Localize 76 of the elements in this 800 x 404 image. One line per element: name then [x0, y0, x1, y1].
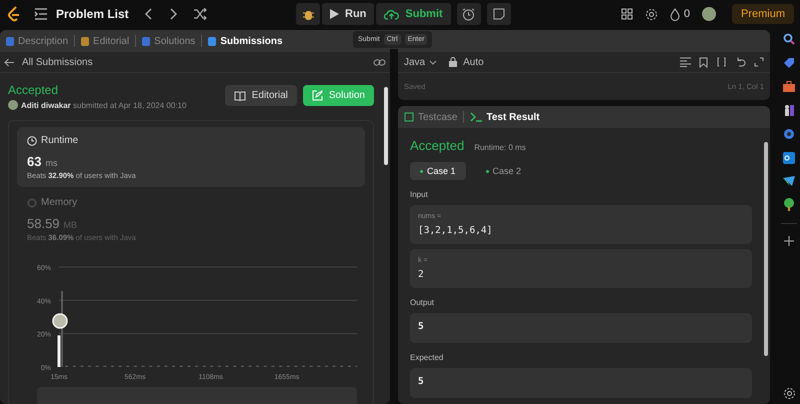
play-icon — [330, 9, 339, 19]
terminal-icon — [470, 112, 482, 122]
send-icon[interactable] — [783, 176, 795, 186]
tag-icon[interactable] — [783, 57, 795, 69]
premium-button[interactable]: Premium — [732, 4, 794, 24]
panel-tab[interactable]: Description — [6, 36, 68, 46]
logo-icon[interactable] — [6, 5, 22, 23]
chip-icon — [27, 198, 37, 208]
runtime-unit: ms — [45, 158, 58, 168]
edit-icon — [312, 90, 323, 101]
case-tab[interactable]: Case 2 — [476, 162, 532, 180]
panel-tab[interactable]: Editorial — [81, 36, 130, 46]
panel-tab[interactable]: Testcase — [404, 112, 458, 122]
panel-tab[interactable]: Solutions — [142, 36, 196, 46]
streak-count: 0 — [684, 8, 690, 20]
submission-byline: Aditi diwakar submitted at Apr 18, 2024 00:10 — [21, 100, 186, 110]
shuffle-icon[interactable] — [192, 8, 207, 20]
editorial-button[interactable]: Editorial — [224, 85, 297, 106]
arrow-left-icon — [4, 58, 15, 66]
alarm-clock-icon — [462, 8, 476, 20]
chevron-left-icon[interactable] — [144, 8, 153, 20]
submit-button[interactable]: Submit — [376, 3, 451, 25]
expected-label: Expected — [410, 353, 444, 362]
format-icon[interactable] — [680, 56, 691, 66]
case-tab[interactable]: Case 1 — [410, 162, 466, 180]
link-icon[interactable] — [373, 58, 386, 66]
note-icon — [492, 8, 505, 20]
clock-icon — [27, 136, 37, 146]
output-box: 5 — [410, 313, 752, 343]
braces-icon[interactable] — [716, 56, 727, 66]
chevron-right-icon[interactable] — [168, 8, 177, 20]
tree-icon[interactable] — [783, 198, 795, 211]
mode-label[interactable]: Auto — [463, 56, 484, 68]
timer-button[interactable] — [456, 3, 481, 25]
notes-button[interactable] — [486, 3, 511, 25]
avatar[interactable] — [702, 7, 716, 21]
run-button[interactable]: Run — [322, 3, 374, 25]
submission-marker[interactable] — [52, 291, 68, 367]
variable-value: [3,2,1,5,6,4] — [418, 225, 494, 236]
variable-value: 2 — [418, 269, 425, 280]
cloud-upload-icon — [384, 8, 400, 20]
user-avatar — [8, 100, 18, 110]
mail-icon[interactable] — [783, 152, 795, 164]
panel-tab[interactable]: Test Result — [470, 112, 540, 122]
list-icon[interactable] — [34, 8, 48, 20]
book-icon — [234, 90, 246, 100]
flame-icon[interactable] — [670, 8, 680, 20]
expand-icon[interactable] — [754, 56, 764, 66]
search-icon[interactable] — [783, 33, 795, 45]
expected-box: 5 — [410, 368, 752, 398]
runtime-title: Runtime — [41, 135, 78, 146]
status-accepted: Accepted — [8, 83, 60, 97]
grid-icon[interactable] — [620, 8, 633, 20]
settings-icon[interactable] — [644, 8, 658, 20]
language-select[interactable]: Java — [404, 56, 438, 68]
checkbox-icon — [404, 112, 414, 122]
add-icon[interactable] — [784, 236, 794, 246]
copilot-icon[interactable] — [783, 128, 795, 140]
result-runtime: Runtime: 0 ms — [474, 143, 526, 152]
panel-tab[interactable]: Submissions — [208, 36, 283, 46]
problem-list-title[interactable]: Problem List — [56, 7, 129, 21]
runtime-value: 63 — [27, 154, 42, 169]
chess-icon[interactable] — [783, 104, 795, 116]
chevron-down-icon — [429, 60, 438, 64]
input-label: Input — [410, 190, 429, 199]
back-link[interactable]: All Submissions — [4, 56, 93, 68]
undo-icon[interactable] — [735, 56, 746, 66]
result-status: Accepted — [410, 138, 464, 153]
bookmark-icon[interactable] — [699, 56, 708, 68]
toolbox-icon[interactable] — [783, 81, 795, 92]
output-label: Output — [410, 298, 436, 307]
debug-button[interactable] — [296, 3, 320, 25]
memory-value: 58.59 — [27, 216, 60, 231]
lock-icon — [449, 57, 458, 67]
memory-title: Memory — [41, 197, 78, 208]
settings-icon[interactable] — [782, 387, 796, 400]
